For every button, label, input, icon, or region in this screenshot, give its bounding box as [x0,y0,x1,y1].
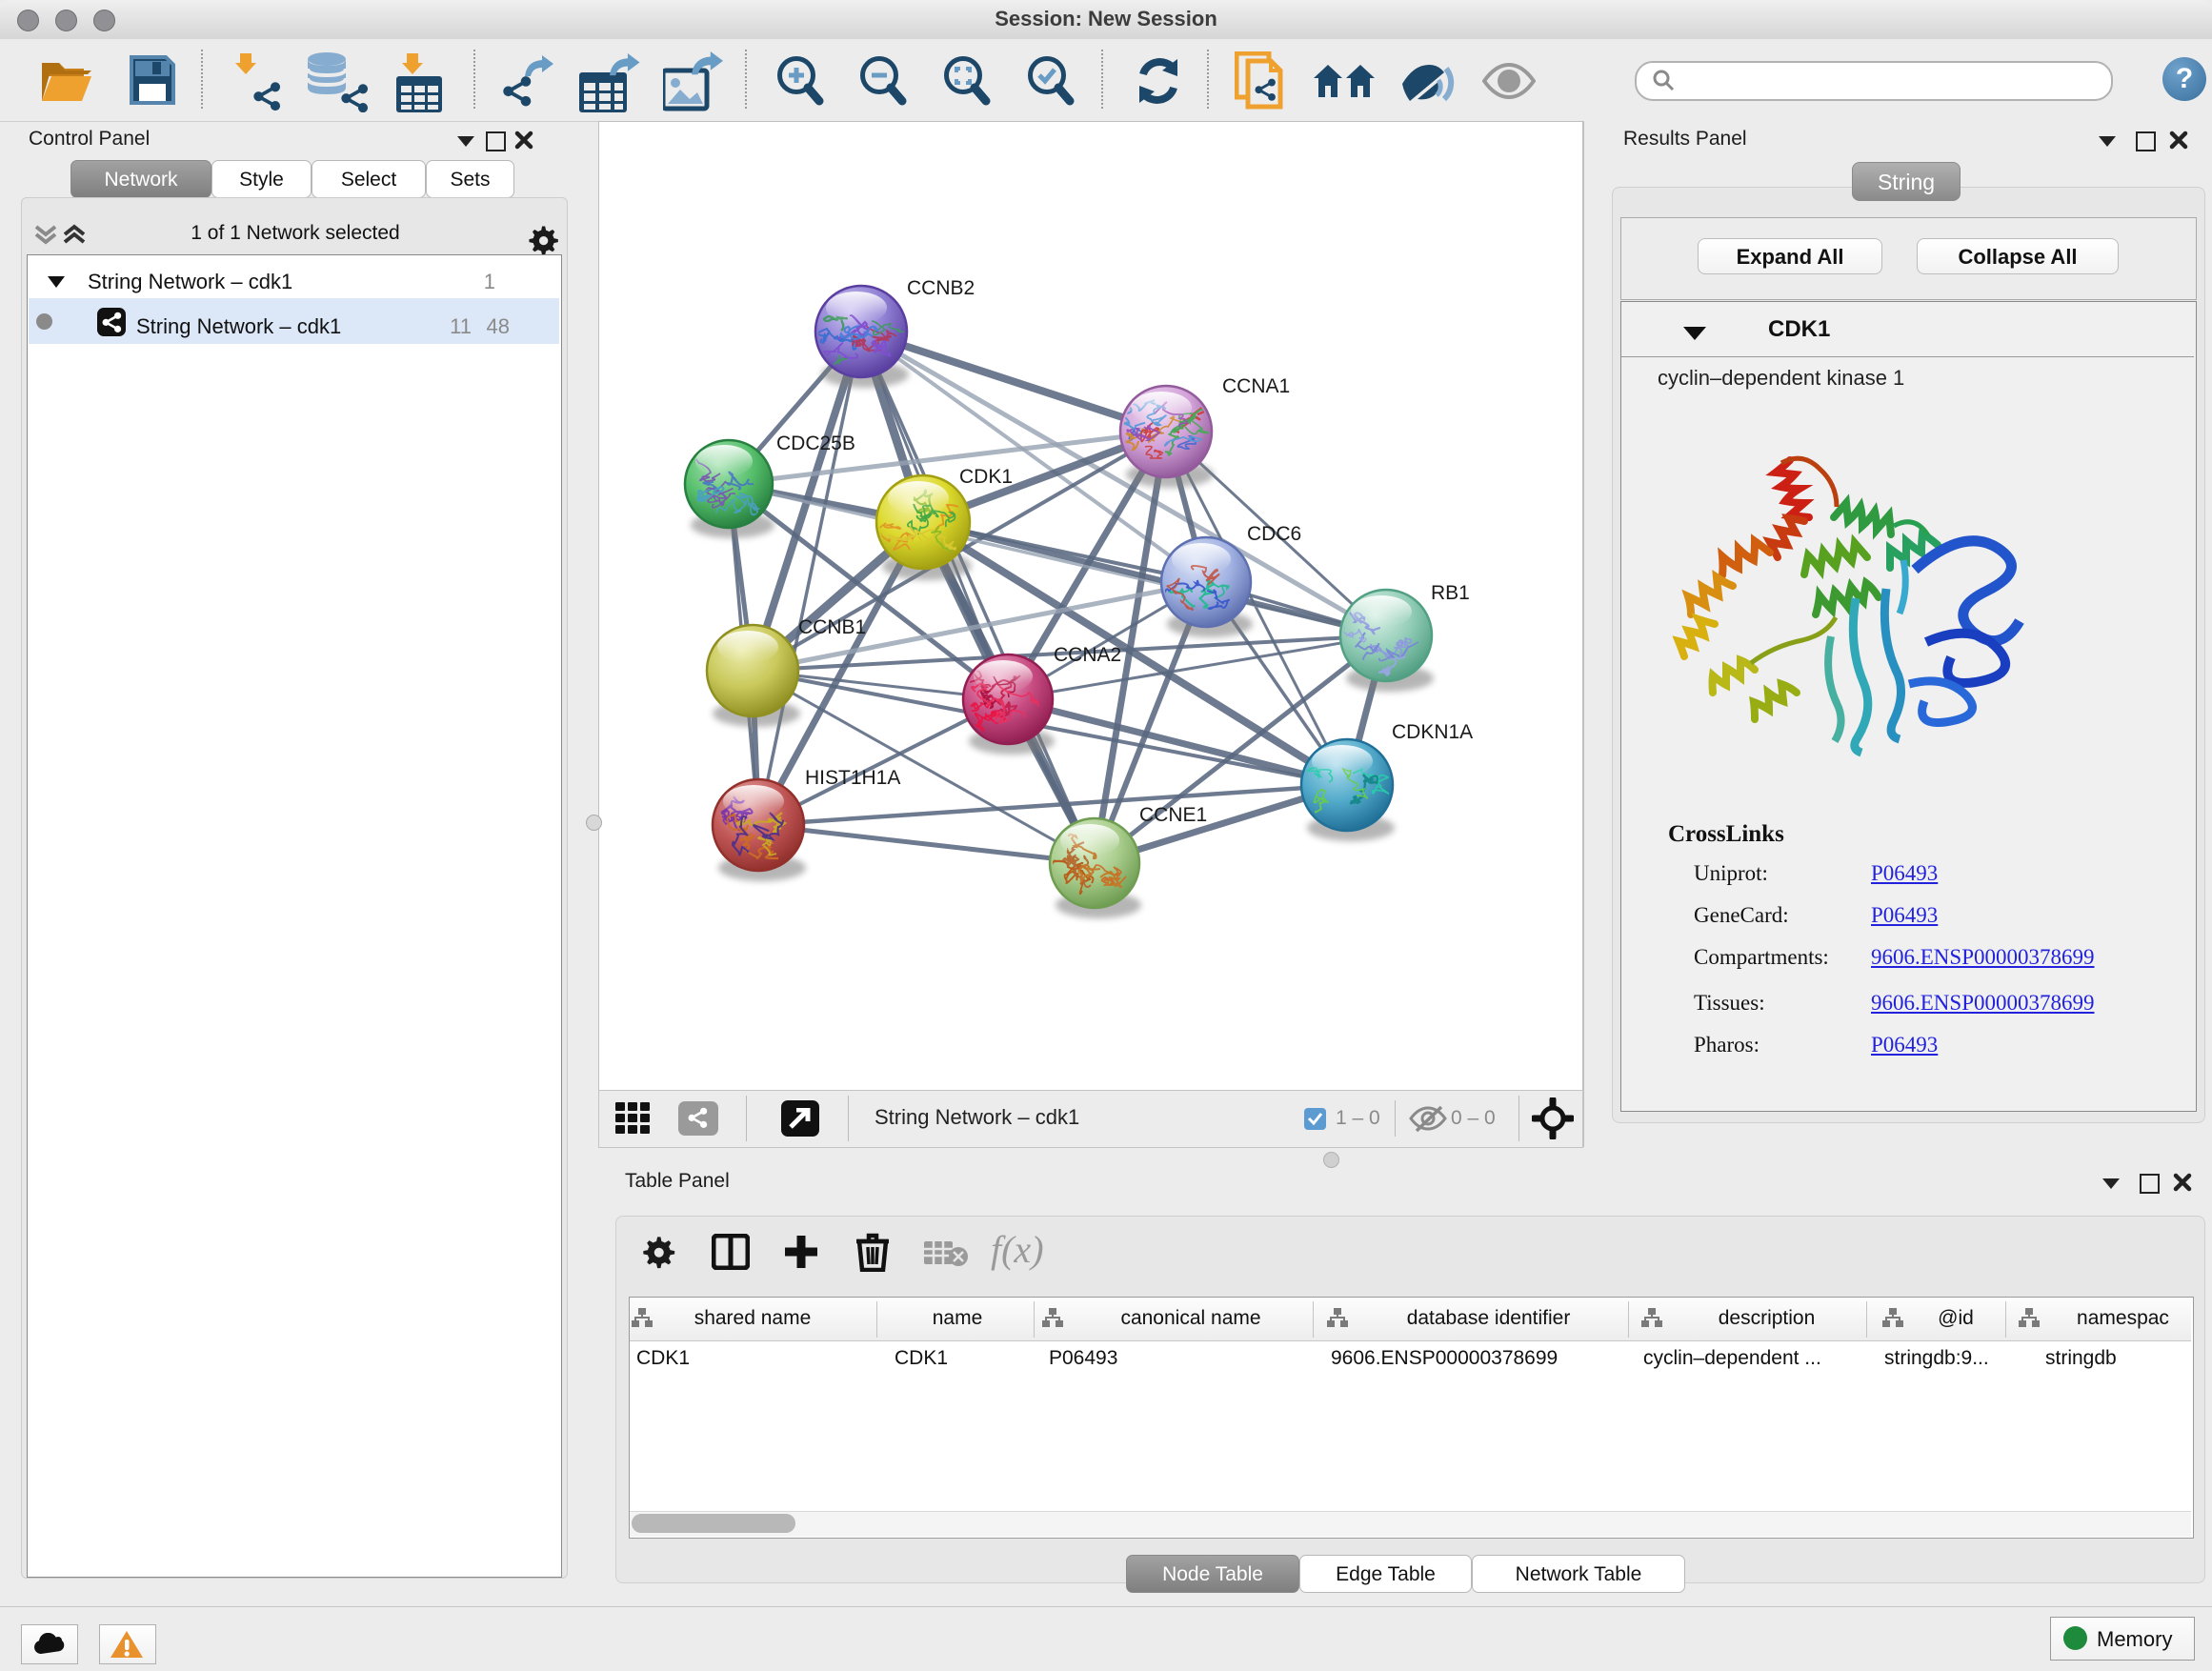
svg-text:CDC6: CDC6 [1247,523,1301,545]
svg-text:RB1: RB1 [1431,582,1470,604]
svg-text:CCNB1: CCNB1 [798,616,866,638]
svg-text:CCNB2: CCNB2 [907,277,975,299]
svg-text:CCNA2: CCNA2 [1054,644,1121,666]
svg-text:CCNA1: CCNA1 [1222,375,1290,397]
svg-text:CDC25B: CDC25B [776,433,855,454]
svg-text:HIST1H1A: HIST1H1A [805,767,900,789]
svg-text:CDK1: CDK1 [959,466,1013,488]
svg-text:CCNE1: CCNE1 [1139,804,1207,826]
svg-text:CDKN1A: CDKN1A [1392,721,1473,743]
